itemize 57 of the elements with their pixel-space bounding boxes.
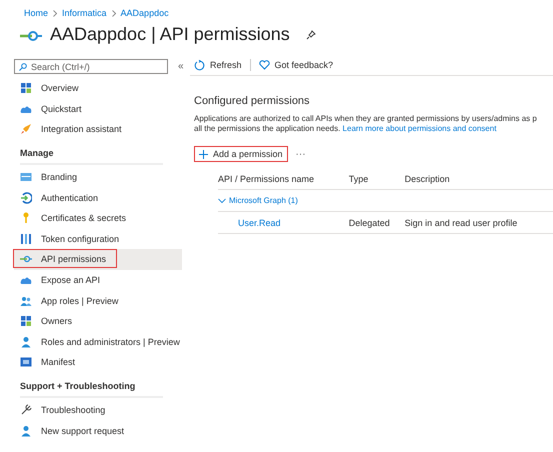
- card-icon: [20, 171, 32, 184]
- permission-link[interactable]: User.Read: [238, 218, 281, 228]
- sidebar-item[interactable]: Quickstart: [14, 98, 182, 120]
- sidebar-item[interactable]: Manifest: [14, 352, 182, 373]
- sidebar-item[interactable]: Overview: [14, 78, 182, 99]
- sidebar-item[interactable]: New support request: [14, 420, 182, 441]
- collapse-button[interactable]: «: [178, 61, 184, 72]
- learn-more-link[interactable]: Learn more about permissions and consent: [342, 124, 496, 133]
- sidebar-item[interactable]: Integration assistant: [14, 119, 182, 140]
- table-cell: Delegated: [348, 212, 405, 234]
- group-toggle[interactable]: Microsoft Graph (1): [218, 196, 298, 205]
- rocket-icon: [20, 123, 32, 136]
- sidebar-item[interactable]: Owners: [14, 310, 182, 332]
- person-icon: [20, 336, 32, 348]
- add-permission-button[interactable]: Add a permission: [194, 146, 288, 162]
- sidebar-item[interactable]: Roles and administrators | Preview: [14, 332, 182, 352]
- search-field[interactable]: Search (Ctrl+/): [14, 59, 168, 74]
- page-title: AADappdoc | API permissions: [50, 24, 290, 45]
- description-text: all the permissions the application needs. Learn more about permissions and consent: [194, 124, 498, 134]
- people-icon: [20, 294, 32, 307]
- chevron-icon: [53, 10, 58, 16]
- sidebar-item[interactable]: Troubleshooting: [14, 400, 182, 420]
- description-text: Applications are authorized to call APIs when they are granted permissions by users/admins as p: [194, 114, 538, 124]
- plus-icon: [199, 150, 208, 158]
- sidebar-item[interactable]: Authentication: [14, 187, 182, 208]
- sidebar-item[interactable]: App roles | Preview: [14, 290, 182, 311]
- breadcrumb-link[interactable]: Home: [24, 8, 48, 18]
- document-icon: [20, 356, 32, 368]
- refresh-button[interactable]: Refresh: [194, 60, 242, 70]
- more-button[interactable]: ···: [296, 148, 306, 160]
- sidebar-item[interactable]: Token configuration: [14, 228, 182, 250]
- feedback-button[interactable]: Got feedback?: [258, 60, 334, 70]
- sidebar-item[interactable]: Branding: [14, 166, 182, 188]
- grid-icon: [20, 315, 32, 328]
- column-header: API / Permissions name: [218, 168, 349, 190]
- column-header: Type: [348, 168, 405, 190]
- breadcrumb-link[interactable]: Informatica: [62, 8, 107, 18]
- table-cell: Sign in and read user profile: [404, 212, 553, 234]
- bars-icon: [20, 232, 32, 245]
- heart-icon: [258, 60, 270, 70]
- sign-in-icon: [20, 192, 32, 204]
- sidebar-item[interactable]: Expose an API: [14, 270, 182, 290]
- person-icon: [20, 424, 32, 437]
- search-icon: [19, 63, 27, 71]
- sidebar-item[interactable]: Certificates & secrets: [14, 208, 182, 229]
- chevron-icon: [112, 10, 116, 16]
- section-heading: Manage: [20, 148, 163, 165]
- sidebar-item[interactable]: API permissions: [14, 249, 182, 270]
- chevron-icon: [218, 198, 226, 204]
- breadcrumb-link[interactable]: AADappdoc: [120, 8, 169, 18]
- wrench-icon: [20, 404, 32, 416]
- refresh-icon: [194, 60, 205, 70]
- section-heading: Support + Troubleshooting: [20, 380, 163, 398]
- grid-icon: [20, 82, 32, 94]
- section-title: Configured permissions: [194, 95, 311, 107]
- column-header: Description: [404, 168, 553, 190]
- pin-icon[interactable]: [306, 30, 316, 40]
